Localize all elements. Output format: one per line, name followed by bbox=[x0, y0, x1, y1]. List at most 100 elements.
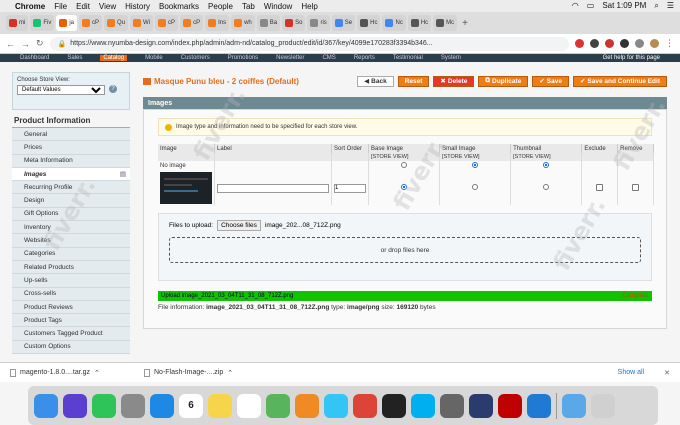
skype-icon[interactable] bbox=[411, 393, 435, 418]
control-center-icon[interactable]: ☰ bbox=[667, 1, 674, 11]
clock[interactable]: Sat 1:09 PM bbox=[602, 1, 646, 11]
terminal-icon[interactable] bbox=[382, 393, 406, 418]
tab-12[interactable]: ris bbox=[307, 15, 330, 31]
admin-nav-item[interactable]: Promotions bbox=[228, 55, 258, 61]
sidebar-item-product-tags[interactable]: Product Tags bbox=[12, 314, 130, 328]
tab-3[interactable]: cP bbox=[79, 15, 103, 31]
sidebar-item-cross-sells[interactable]: Cross-sells bbox=[12, 287, 130, 301]
menu-file[interactable]: File bbox=[54, 2, 67, 11]
small-image-radio-none[interactable] bbox=[472, 162, 479, 168]
notes-icon[interactable] bbox=[208, 393, 232, 418]
choose-files-button[interactable]: Choose files bbox=[217, 220, 261, 231]
save-button[interactable]: ✔ Save bbox=[532, 75, 569, 87]
extension-icon[interactable] bbox=[575, 39, 584, 48]
menu-help[interactable]: Help bbox=[301, 2, 317, 11]
safari-icon[interactable] bbox=[150, 393, 174, 418]
finder-icon[interactable] bbox=[34, 393, 58, 418]
base-image-radio[interactable] bbox=[401, 184, 408, 190]
facetime-icon[interactable] bbox=[92, 393, 116, 418]
tab-16[interactable]: Hc bbox=[407, 15, 432, 31]
back-button[interactable]: ◀ Back bbox=[357, 75, 394, 87]
chevron-up-icon[interactable]: ⌃ bbox=[94, 369, 100, 377]
vscode-icon[interactable] bbox=[527, 393, 551, 418]
tab-4[interactable]: Qu bbox=[104, 15, 129, 31]
new-tab-icon[interactable]: + bbox=[462, 18, 468, 29]
downloads-folder-icon[interactable] bbox=[562, 393, 586, 418]
sidebar-item-up-sells[interactable]: Up-sells bbox=[12, 274, 130, 288]
extension-icon[interactable] bbox=[590, 39, 599, 48]
photos-icon[interactable] bbox=[295, 393, 319, 418]
admin-nav-item[interactable]: Dashboard bbox=[20, 55, 49, 61]
siri-icon[interactable] bbox=[63, 393, 87, 418]
sidebar-item-design[interactable]: Design bbox=[12, 194, 130, 208]
trash-icon[interactable] bbox=[591, 393, 615, 418]
tab-14[interactable]: Hc bbox=[357, 15, 381, 31]
tab-1[interactable]: Fiv bbox=[30, 15, 55, 31]
tab-2[interactable]: ja bbox=[56, 15, 78, 31]
thumbnail-radio[interactable] bbox=[543, 184, 550, 190]
extension-icon[interactable] bbox=[620, 39, 629, 48]
sidebar-item-customers-tagged-product[interactable]: Customers Tagged Product bbox=[12, 327, 130, 341]
menu-view[interactable]: View bbox=[99, 2, 116, 11]
filezilla-icon[interactable] bbox=[498, 393, 522, 418]
sidebar-item-product-reviews[interactable]: Product Reviews bbox=[12, 300, 130, 315]
sidebar-item-inventory[interactable]: Inventory bbox=[12, 221, 130, 235]
tab-10[interactable]: Ba bbox=[256, 15, 281, 31]
image-thumbnail[interactable] bbox=[160, 172, 212, 204]
tab-9[interactable]: wh bbox=[231, 15, 255, 31]
remove-checkbox[interactable] bbox=[632, 183, 640, 191]
calendar-icon[interactable]: 6 bbox=[179, 393, 203, 418]
cloud-app-icon[interactable] bbox=[469, 393, 493, 418]
maps-icon[interactable] bbox=[266, 393, 290, 418]
chevron-up-icon[interactable]: ⌃ bbox=[227, 369, 233, 377]
sidebar-item-recurring-profile[interactable]: Recurring Profile bbox=[12, 181, 130, 195]
app-name[interactable]: Chrome bbox=[15, 2, 45, 11]
admin-nav-item[interactable]: Customers bbox=[181, 55, 210, 61]
tab-5[interactable]: Wi bbox=[130, 15, 154, 31]
drop-zone[interactable]: or drop files here bbox=[169, 237, 641, 263]
url-field[interactable]: 🔒 https://www.nyumba-design.com/index.ph… bbox=[49, 36, 569, 51]
tab-0[interactable]: mi bbox=[6, 15, 29, 31]
thumbnail-radio-none[interactable] bbox=[543, 162, 550, 168]
menu-window[interactable]: Window bbox=[264, 2, 292, 11]
avatar[interactable] bbox=[650, 39, 659, 48]
menu-people[interactable]: People bbox=[208, 2, 233, 11]
help-link[interactable]: Get help for this page bbox=[603, 55, 660, 61]
reload-icon[interactable]: ↻ bbox=[36, 38, 44, 49]
wifi-icon[interactable]: ◠ bbox=[572, 1, 579, 11]
sidebar-item-prices[interactable]: Prices bbox=[12, 141, 130, 155]
admin-nav-item[interactable]: CMS bbox=[322, 55, 335, 61]
tab-6[interactable]: cP bbox=[155, 15, 179, 31]
help-icon[interactable]: ? bbox=[109, 85, 117, 93]
chrome-icon[interactable] bbox=[353, 393, 377, 418]
show-all-link[interactable]: Show all bbox=[618, 369, 644, 376]
sidebar-item-websites[interactable]: Websites bbox=[12, 234, 130, 248]
menu-bookmarks[interactable]: Bookmarks bbox=[159, 2, 199, 11]
menu-history[interactable]: History bbox=[125, 2, 150, 11]
small-image-radio[interactable] bbox=[472, 184, 479, 190]
save-continue-button[interactable]: ✔ Save and Continue Edit bbox=[572, 75, 667, 87]
forward-arrow-icon[interactable]: → bbox=[21, 39, 30, 49]
delete-button[interactable]: ✖ Delete bbox=[433, 75, 475, 87]
battery-icon[interactable]: ▭ bbox=[587, 1, 595, 11]
menu-tab[interactable]: Tab bbox=[242, 2, 255, 11]
admin-nav-item[interactable]: Reports bbox=[354, 55, 375, 61]
launchpad-icon[interactable] bbox=[121, 393, 145, 418]
extension-icon[interactable] bbox=[605, 39, 614, 48]
puzzle-icon[interactable] bbox=[635, 39, 644, 48]
back-arrow-icon[interactable]: ← bbox=[6, 39, 15, 49]
admin-nav-item[interactable]: Newsletter bbox=[276, 55, 304, 61]
download-item[interactable]: No-Flash-Image-....zip ⌃ bbox=[144, 368, 264, 377]
tab-15[interactable]: Nc bbox=[382, 15, 406, 31]
base-image-radio-none[interactable] bbox=[401, 162, 408, 168]
messages-icon[interactable] bbox=[324, 393, 348, 418]
admin-nav-item[interactable]: Testimonial bbox=[393, 55, 423, 61]
admin-nav-item[interactable]: Mobile bbox=[145, 55, 163, 61]
store-view-select[interactable]: Default Values bbox=[17, 85, 105, 95]
tab-8[interactable]: Ins bbox=[205, 15, 230, 31]
tab-13[interactable]: Se bbox=[331, 15, 356, 31]
sidebar-item-custom-options[interactable]: Custom Options bbox=[12, 340, 130, 355]
admin-nav-item[interactable]: Sales bbox=[67, 55, 82, 61]
menu-edit[interactable]: Edit bbox=[76, 2, 90, 11]
kebab-menu-icon[interactable]: ⋮ bbox=[665, 38, 674, 49]
